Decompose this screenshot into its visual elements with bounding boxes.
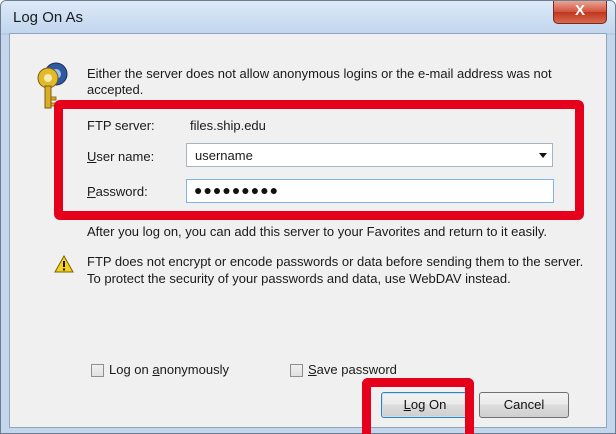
favorites-note: After you log on, you can add this serve… xyxy=(87,224,548,239)
save-password-checkbox[interactable] xyxy=(290,364,303,377)
close-button[interactable]: X xyxy=(553,1,607,24)
server-rejection-message: Either the server does not allow anonymo… xyxy=(87,66,552,97)
dialog-content: Either the server does not allow anonymo… xyxy=(9,33,607,428)
credentials-highlight-box xyxy=(54,100,584,220)
dialog-title: Log On As xyxy=(13,9,84,26)
warning-icon xyxy=(54,255,74,273)
save-password-checkbox-label[interactable]: Save password xyxy=(308,362,397,377)
log-on-highlight-box xyxy=(362,378,474,434)
title-bar[interactable]: Log On As X xyxy=(1,1,615,33)
close-icon: X xyxy=(574,2,585,19)
anonymous-checkbox-label[interactable]: Log on anonymously xyxy=(109,362,229,377)
cancel-button[interactable]: Cancel xyxy=(479,392,569,418)
security-warning-text: FTP does not encrypt or encode passwords… xyxy=(87,254,584,286)
anonymous-checkbox[interactable] xyxy=(91,364,104,377)
